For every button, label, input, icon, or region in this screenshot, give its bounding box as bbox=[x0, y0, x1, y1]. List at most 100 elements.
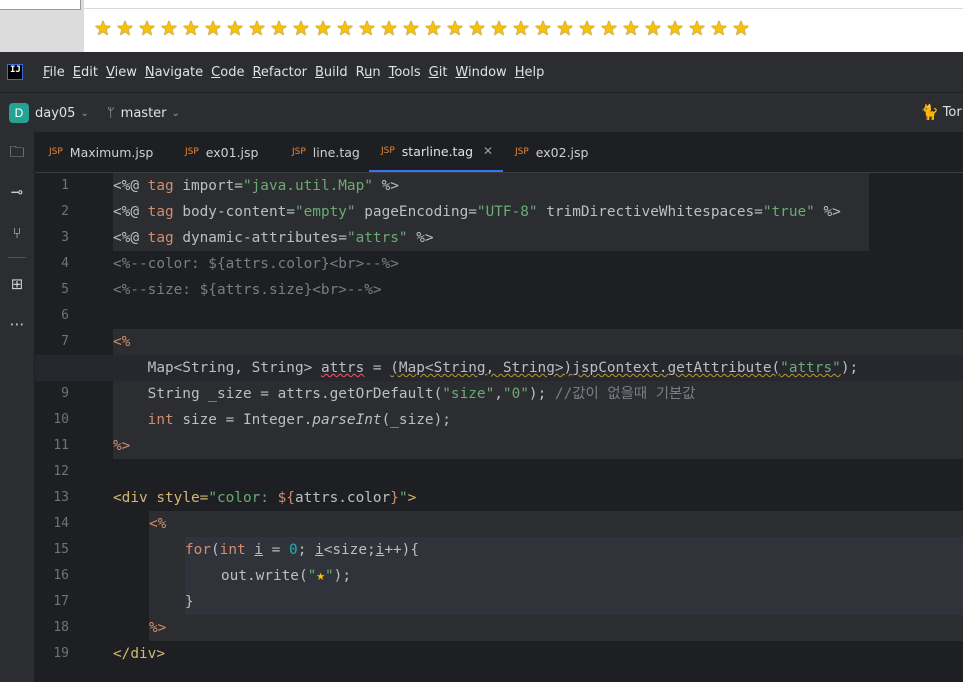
code-line-11: %> bbox=[113, 438, 131, 454]
menu-item-build[interactable]: Build bbox=[315, 65, 348, 80]
tab-ex02-jsp[interactable]: JSP ex02.jsp bbox=[515, 132, 588, 172]
star-glyph: ★ bbox=[534, 16, 552, 40]
menu-item-edit[interactable]: Edit bbox=[73, 65, 98, 80]
line-number: 7 bbox=[61, 334, 69, 349]
left-tool-window-bar: 🗀 ⊸ ⑂ ⊞ ⋯ bbox=[0, 132, 35, 682]
star-glyph: ★ bbox=[270, 16, 288, 40]
code-line-5: <%--size: ${attrs.size}<br>--%> bbox=[113, 282, 382, 298]
star-glyph: ★ bbox=[160, 16, 178, 40]
main-toolbar: D day05 ⌄ ᛘ master ⌄ 🐈 Tor bbox=[0, 92, 963, 133]
pull-requests-icon[interactable]: ⑂ bbox=[5, 221, 29, 245]
browser-divider bbox=[84, 8, 963, 9]
tab-label: starline.tag bbox=[401, 143, 474, 159]
star-glyph: ★ bbox=[292, 16, 310, 40]
line-number: 13 bbox=[53, 490, 69, 505]
structure-icon[interactable]: ⊞ bbox=[5, 272, 29, 296]
line-number: 19 bbox=[53, 646, 69, 661]
project-folder-icon[interactable]: 🗀 bbox=[5, 140, 29, 164]
run-config-icon: 🐈 bbox=[920, 103, 939, 121]
star-glyph: ★ bbox=[94, 16, 112, 40]
more-icon[interactable]: ⋯ bbox=[5, 312, 29, 336]
line-number: 17 bbox=[53, 594, 69, 609]
line-number: 14 bbox=[53, 516, 69, 531]
run-config-selector[interactable]: 🐈 Tor bbox=[920, 103, 962, 121]
star-glyph: ★ bbox=[380, 16, 398, 40]
project-badge[interactable]: D bbox=[9, 103, 29, 123]
tab-label: ex01.jsp bbox=[205, 144, 259, 160]
editor-tabs: JSP Maximum.jsp JSP ex01.jsp JSP line.ta… bbox=[35, 132, 963, 173]
star-glyph: ★ bbox=[512, 16, 530, 40]
main-menu-bar: IJ File Edit View Navigate Code Refactor Build… bbox=[0, 52, 963, 92]
close-icon[interactable]: ✕ bbox=[483, 144, 493, 158]
tab-line-tag[interactable]: JSP line.tag bbox=[292, 132, 360, 172]
line-number: 1 bbox=[61, 178, 69, 193]
line-number: 11 bbox=[53, 438, 69, 453]
code-line-8: Map<String, String> attrs = (Map<String,… bbox=[113, 360, 859, 376]
menu-item-code[interactable]: Code bbox=[211, 65, 244, 80]
tab-starline-tag[interactable]: JSP starline.tag ✕ bbox=[369, 132, 504, 172]
menu-item-window[interactable]: Window bbox=[455, 65, 506, 80]
intellij-logo-icon[interactable]: IJ bbox=[7, 64, 23, 80]
star-glyph: ★ bbox=[314, 16, 332, 40]
code-line-17: } bbox=[185, 594, 194, 610]
menu-item-view[interactable]: View bbox=[106, 65, 137, 80]
star-glyph: ★ bbox=[182, 16, 200, 40]
star-glyph: ★ bbox=[402, 16, 420, 40]
menu-item-help[interactable]: Help bbox=[515, 65, 545, 80]
code-line-10: int size = Integer.parseInt(_size); bbox=[147, 412, 451, 428]
star-glyph: ★ bbox=[666, 16, 684, 40]
code-line-4: <%--color: ${attrs.color}<br>--%> bbox=[113, 256, 399, 272]
menu-item-file[interactable]: File bbox=[43, 65, 65, 80]
menu-item-refactor[interactable]: Refactor bbox=[252, 65, 307, 80]
line-number: 10 bbox=[53, 412, 69, 427]
jsp-file-icon: JSP bbox=[292, 147, 306, 157]
star-glyph: ★ bbox=[446, 16, 464, 40]
tab-maximum-jsp[interactable]: JSP Maximum.jsp bbox=[49, 132, 153, 172]
code-line-19: </div> bbox=[113, 646, 165, 662]
star-glyph: ★ bbox=[226, 16, 244, 40]
chevron-down-icon[interactable]: ⌄ bbox=[80, 108, 88, 119]
branch-name[interactable]: master bbox=[121, 106, 167, 121]
code-line-1: <%@ tag import="java.util.Map" %> bbox=[113, 178, 399, 194]
code-line-3: <%@ tag dynamic-attributes="attrs" %> bbox=[113, 230, 434, 246]
browser-side-panel bbox=[0, 0, 84, 52]
tab-ex01-jsp[interactable]: JSP ex01.jsp bbox=[185, 132, 258, 172]
line-number-gutter: 12345678910111213141516171819 bbox=[35, 173, 95, 682]
jsp-file-icon: JSP bbox=[515, 147, 529, 157]
line-number: 5 bbox=[61, 282, 69, 297]
star-glyph: ★ bbox=[622, 16, 640, 40]
browser-output-area: ★ ★ ★ ★ ★ ★ ★ ★ ★ ★ ★ ★ ★ ★ ★ ★ ★ ★ ★ ★ ★ ★ ★ ★ ★ ★ ★ ★ ★ ★ bbox=[0, 0, 963, 52]
code-line-14: <% bbox=[149, 516, 167, 532]
code-editor[interactable]: 12345678910111213141516171819 <%@ tag im… bbox=[35, 173, 963, 682]
star-glyph: ★ bbox=[710, 16, 728, 40]
jsp-file-icon: JSP bbox=[49, 147, 63, 157]
project-name[interactable]: day05 bbox=[35, 106, 75, 121]
line-number: 3 bbox=[61, 230, 69, 245]
star-glyph: ★ bbox=[336, 16, 354, 40]
star-glyph: ★ bbox=[688, 16, 706, 40]
star-glyph: ★ bbox=[600, 16, 618, 40]
chevron-down-icon[interactable]: ⌄ bbox=[172, 108, 180, 119]
star-glyph: ★ bbox=[424, 16, 442, 40]
star-glyph: ★ bbox=[468, 16, 486, 40]
code-line-15: for(int i = 0; i<size;i++){ bbox=[185, 542, 419, 558]
star-glyph: ★ bbox=[116, 16, 134, 40]
star-line-output: ★ ★ ★ ★ ★ ★ ★ ★ ★ ★ ★ ★ ★ ★ ★ ★ ★ ★ ★ ★ ★ ★ ★ ★ ★ ★ ★ ★ ★ ★ bbox=[94, 17, 754, 41]
code-area[interactable]: <%@ tag import="java.util.Map" %> <%@ ta… bbox=[35, 173, 963, 682]
star-glyph: ★ bbox=[644, 16, 662, 40]
menu-item-tools[interactable]: Tools bbox=[389, 65, 421, 80]
branch-icon[interactable]: ᛘ bbox=[107, 106, 115, 121]
jsp-file-icon: JSP bbox=[381, 146, 395, 156]
star-glyph: ★ bbox=[732, 16, 750, 40]
tab-label: Maximum.jsp bbox=[69, 144, 154, 160]
tab-label: line.tag bbox=[312, 144, 360, 160]
run-config-label: Tor bbox=[942, 104, 962, 120]
menu-item-navigate[interactable]: Navigate bbox=[145, 65, 203, 80]
line-number: 15 bbox=[53, 542, 69, 557]
menu-item-run[interactable]: Run bbox=[356, 65, 381, 80]
commit-icon[interactable]: ⊸ bbox=[5, 180, 29, 204]
line-number: 4 bbox=[61, 256, 69, 271]
menu-item-git[interactable]: Git bbox=[429, 65, 448, 80]
code-line-9: String _size = attrs.getOrDefault("size"… bbox=[113, 386, 696, 402]
tab-label: ex02.jsp bbox=[535, 144, 589, 160]
